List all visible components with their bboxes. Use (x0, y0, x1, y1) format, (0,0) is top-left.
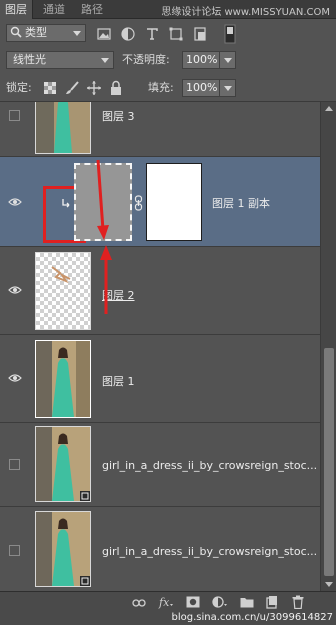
layer-mask-thumbnail[interactable] (146, 163, 202, 241)
layer-row-layer-3[interactable]: 图层 3 (0, 102, 320, 157)
layer-row-layer-2[interactable]: 图层 2 (0, 247, 320, 335)
lock-position-move-icon[interactable] (86, 80, 102, 96)
chevron-down-icon (101, 58, 109, 63)
layer-thumbnail (74, 163, 132, 241)
filter-kind-dropdown[interactable]: 类型 (6, 24, 86, 42)
blend-mode-row: 线性光 不透明度: 100% (0, 48, 336, 74)
texture-thumbnail (51, 266, 71, 284)
smart-object-badge-icon (80, 576, 90, 586)
chevron-down-icon (224, 58, 232, 63)
lock-pixels-brush-icon[interactable] (64, 80, 80, 96)
layer-style-fx-icon[interactable]: fx (158, 595, 174, 609)
panel-tab-bar: 图层 通道 路径 思缘设计论坛 www.MISSYUAN.COM (0, 0, 336, 19)
layer-row-layer-1[interactable]: 图层 1 (0, 335, 320, 423)
layer-name: 图层 2 (102, 289, 135, 302)
credit-text: blog.sina.com.cn/u/3099614827 (171, 612, 333, 623)
girl-photo-thumbnail (36, 341, 90, 417)
adjustment-layer-filter-icon[interactable] (120, 26, 136, 42)
layer-name: 图层 1 (102, 375, 135, 388)
visibility-toggle[interactable] (9, 459, 20, 470)
tab-paths[interactable]: 路径 (76, 0, 108, 19)
chevron-down-icon (224, 86, 232, 91)
layer-thumbnail (35, 340, 91, 418)
fill-label: 填充: (148, 81, 174, 94)
fill-value: 100% (186, 81, 218, 94)
blend-mode-value: 线性光 (13, 53, 46, 66)
scrollbar-thumb[interactable] (324, 348, 334, 576)
opacity-field[interactable]: 100% (182, 51, 236, 69)
layers-scrollbar[interactable] (320, 102, 336, 591)
layer-name: girl_in_a_dress_ii_by_crowsreign_stoc... (102, 545, 318, 558)
girl-photo-thumbnail (36, 512, 90, 586)
layer-row-layer-1-copy[interactable]: 图层 1 副本 (0, 157, 320, 247)
pixel-layer-filter-icon[interactable] (96, 26, 112, 42)
scroll-up-arrow-icon[interactable] (325, 106, 333, 111)
tab-layers[interactable]: 图层 (0, 0, 33, 19)
eye-icon[interactable] (8, 373, 22, 383)
layer-thumbnail (35, 252, 91, 330)
layers-bottom-toolbar: fx blog.sina.com.cn/u/3099614827 (0, 591, 336, 625)
opacity-value: 100% (186, 53, 218, 66)
scroll-down-arrow-icon[interactable] (325, 582, 333, 587)
trash-icon[interactable] (292, 595, 304, 609)
layer-name: 图层 3 (102, 110, 135, 123)
lock-label: 锁定: (6, 81, 32, 94)
shape-layer-filter-icon[interactable] (168, 26, 184, 42)
link-icon[interactable] (134, 195, 143, 211)
smart-object-filter-icon[interactable] (192, 26, 208, 42)
opacity-slider-button[interactable] (219, 52, 235, 68)
layer-row-smart-object-2[interactable]: girl_in_a_dress_ii_by_crowsreign_stoc... (0, 507, 320, 591)
layer-thumbnail (35, 511, 91, 587)
layer-filter-row: 类型 (0, 20, 336, 48)
type-layer-filter-icon[interactable] (144, 26, 160, 42)
smart-object-badge-icon (80, 491, 90, 501)
layer-thumbnail (35, 102, 91, 154)
layer-row-smart-object-1[interactable]: girl_in_a_dress_ii_by_crowsreign_stoc... (0, 423, 320, 507)
svg-text:fx: fx (158, 596, 170, 609)
filter-toggle-icon[interactable] (224, 24, 236, 44)
search-icon (10, 26, 22, 38)
eye-icon[interactable] (8, 197, 22, 207)
new-layer-icon[interactable] (266, 595, 278, 609)
new-group-folder-icon[interactable] (240, 596, 254, 608)
watermark-text: 思缘设计论坛 www.MISSYUAN.COM (161, 7, 330, 18)
layer-name: 图层 1 副本 (212, 197, 270, 210)
visibility-toggle[interactable] (9, 545, 20, 556)
layer-thumbnail (35, 426, 91, 502)
layer-name: girl_in_a_dress_ii_by_crowsreign_stoc... (102, 459, 318, 472)
girl-photo-thumbnail (36, 427, 90, 501)
opacity-label: 不透明度: (122, 53, 170, 66)
fill-field[interactable]: 100% (182, 79, 236, 97)
visibility-toggle[interactable] (9, 110, 20, 121)
eye-icon[interactable] (8, 285, 22, 295)
tab-channels[interactable]: 通道 (38, 0, 70, 19)
girl-photo-thumbnail (36, 102, 90, 153)
lock-transparency-icon[interactable] (42, 80, 58, 96)
fill-slider-button[interactable] (219, 80, 235, 96)
lock-all-icon[interactable] (108, 80, 124, 96)
adjustment-layer-icon[interactable] (212, 596, 228, 608)
add-mask-icon[interactable] (186, 596, 200, 608)
link-layers-icon[interactable] (132, 597, 146, 609)
lock-row: 锁定: 填充: 100% (0, 74, 336, 102)
chevron-down-icon (73, 31, 81, 36)
layers-list: 图层 3 图层 1 副本 图层 2 图层 1 girl_in_a_dress_i… (0, 102, 320, 591)
blend-mode-dropdown[interactable]: 线性光 (6, 51, 114, 69)
filter-kind-label: 类型 (25, 26, 47, 39)
